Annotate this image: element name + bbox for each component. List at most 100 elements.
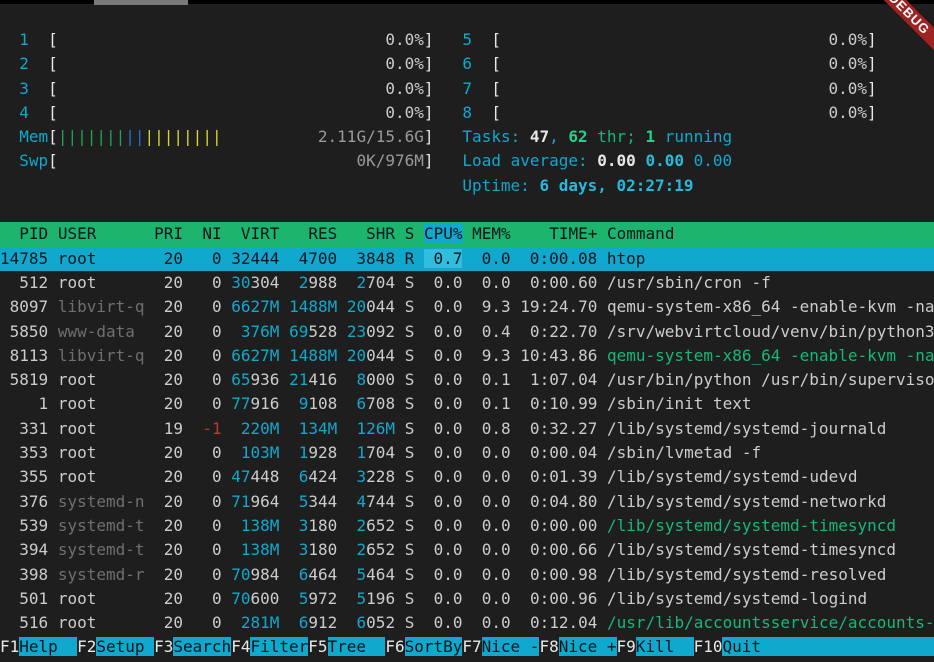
process-row-5819[interactable]: 5819 root 20 0 65936 21416 8000 S 0.0 0.… [0, 368, 934, 392]
htop-terminal-screen: DEBUG 1 [ 0.0%] 5 [ 0.0%] 2 [ 0.0%] 6 [ … [0, 0, 934, 662]
user-cell: libvirt-q [58, 346, 145, 365]
user-cell: www-data [58, 322, 145, 341]
fkey-f9-key[interactable]: F9 [617, 637, 636, 656]
fkey-f5-key[interactable]: F5 [308, 637, 327, 656]
pid-cell: 331 [0, 419, 48, 438]
column-header-shr[interactable]: SHR [347, 224, 395, 243]
uptime: 6 days, 02:27:19 [539, 176, 693, 195]
process-row-394[interactable]: 394 systemd-t 20 0 138M 3180 2652 S 0.0 … [0, 538, 934, 562]
tasks-summary: running [655, 127, 732, 146]
user-cell: systemd-r [58, 565, 145, 584]
user-cell: root [58, 467, 145, 486]
column-header-cpu[interactable]: CPU% [424, 224, 463, 243]
tasks-summary: thr; [588, 127, 646, 146]
fkey-f3-label[interactable]: Search [173, 637, 231, 656]
cpu-meter-8-label: 8 [462, 103, 472, 122]
swap-meter-label: Swp [19, 151, 48, 170]
memory-meter-bar: || [125, 127, 144, 146]
process-row-14785[interactable]: 14785 root 20 0 32444 4700 3848 R 0.7 0.… [0, 247, 934, 271]
fkey-f8-key[interactable]: F8 [539, 637, 558, 656]
column-header-res[interactable]: RES [289, 224, 337, 243]
fkey-f6-key[interactable]: F6 [385, 637, 404, 656]
fkey-f1-label[interactable]: Help [19, 637, 77, 656]
table-header: PID USER PRI NI VIRT RES SHR S CPU% MEM%… [0, 222, 934, 246]
swap-used-total: 0K/976M [356, 151, 423, 170]
process-row-539[interactable]: 539 systemd-t 20 0 138M 3180 2652 S 0.0 … [0, 514, 934, 538]
load-average: 0.00 [645, 151, 693, 170]
fkey-f10-key[interactable]: F10 [694, 637, 723, 656]
fkey-f5-label[interactable]: Tree [328, 637, 386, 656]
fkey-f1-key[interactable]: F1 [0, 637, 19, 656]
column-header-command[interactable]: Command [607, 224, 674, 243]
cpu-meter-8-value: 0.0% [828, 103, 867, 122]
cpu-meters-row-4: 4 [ 0.0%] 8 [ 0.0%] [0, 101, 934, 125]
user-cell: root [58, 443, 145, 462]
command-cell: /lib/systemd/systemd-timesyncd [607, 540, 896, 559]
command-cell: /sbin/lvmetad -f [607, 443, 761, 462]
process-row-5850[interactable]: 5850 www-data 20 0 376M 69528 23092 S 0.… [0, 320, 934, 344]
fkey-f2-label[interactable]: Setup [96, 637, 154, 656]
pid-cell: 539 [0, 516, 48, 535]
process-row-501[interactable]: 501 root 20 0 70600 5972 5196 S 0.0 0.0 … [0, 587, 934, 611]
cpu-meters-row-1: 1 [ 0.0%] 5 [ 0.0%] [0, 28, 934, 52]
fkey-f8-label[interactable]: Nice + [559, 637, 617, 656]
column-header-time[interactable]: TIME+ [520, 224, 597, 243]
pid-cell: 353 [0, 443, 48, 462]
process-row-376[interactable]: 376 systemd-n 20 0 71964 5344 4744 S 0.0… [0, 490, 934, 514]
pid-cell: 516 [0, 613, 48, 632]
user-cell: systemd-t [58, 540, 145, 559]
memory-tasks-row: Mem[||||||||||||||||| 2.11G/15.6G] Tasks… [0, 125, 934, 149]
column-header-virt[interactable]: VIRT [231, 224, 279, 243]
memory-meter-bar: ||||||| [58, 127, 125, 146]
fkey-f6-label[interactable]: SortBy [405, 637, 463, 656]
pid-cell: 355 [0, 467, 48, 486]
column-header-ni[interactable]: NI [193, 224, 222, 243]
process-row-355[interactable]: 355 root 20 0 47448 6424 3228 S 0.0 0.0 … [0, 465, 934, 489]
process-row-8113[interactable]: 8113 libvirt-q 20 0 6627M 1488M 20044 S … [0, 344, 934, 368]
cpu-meters-row-2: 2 [ 0.0%] 6 [ 0.0%] [0, 52, 934, 76]
column-header-mem[interactable]: MEM% [472, 224, 511, 243]
fkey-f4-key[interactable]: F4 [231, 637, 250, 656]
column-header-pid[interactable]: PID [0, 224, 48, 243]
process-row-512[interactable]: 512 root 20 0 30304 2988 2704 S 0.0 0.0 … [0, 271, 934, 295]
tasks-summary: 1 [645, 127, 655, 146]
pid-cell: 8097 [0, 297, 48, 316]
command-cell: /lib/systemd/systemd-timesyncd [607, 516, 896, 535]
fkey-f4-label[interactable]: Filter [250, 637, 308, 656]
cpu-meter-1-value: 0.0% [385, 30, 424, 49]
user-cell: root [58, 370, 145, 389]
memory-meter-label: Mem [19, 127, 48, 146]
cpu-meter-6-label: 6 [462, 54, 472, 73]
column-header-s[interactable]: S [405, 224, 415, 243]
command-cell: /srv/webvirtcloud/venv/bin/python3 [607, 322, 934, 341]
user-cell: root [58, 613, 145, 632]
titlebar-tab-remnant [94, 0, 188, 5]
cpu-meter-5-label: 5 [462, 30, 472, 49]
pid-cell: 501 [0, 589, 48, 608]
cpu-meter-1-label: 1 [19, 30, 29, 49]
process-row-353[interactable]: 353 root 20 0 103M 1928 1704 S 0.0 0.0 0… [0, 441, 934, 465]
user-cell: root [58, 589, 145, 608]
load-average: Load average: [462, 151, 597, 170]
process-row-1[interactable]: 1 root 20 0 77916 9108 6708 S 0.0 0.1 0:… [0, 392, 934, 416]
uptime-row: Uptime: 6 days, 02:27:19 [0, 174, 934, 198]
process-row-398[interactable]: 398 systemd-r 20 0 70984 6464 5464 S 0.0… [0, 563, 934, 587]
fkey-f7-key[interactable]: F7 [462, 637, 481, 656]
fkey-f2-key[interactable]: F2 [77, 637, 96, 656]
fkey-f9-label[interactable]: Kill [636, 637, 694, 656]
fkey-f10-label[interactable]: Quit [722, 637, 934, 656]
swap-load-row: Swp[ 0K/976M] Load average: 0.00 0.00 0.… [0, 149, 934, 173]
cpu-meter-7-value: 0.0% [828, 79, 867, 98]
process-row-8097[interactable]: 8097 libvirt-q 20 0 6627M 1488M 20044 S … [0, 295, 934, 319]
fkey-f7-label[interactable]: Nice - [482, 637, 540, 656]
user-cell: root [58, 394, 145, 413]
cpu-meters-row-3: 3 [ 0.0%] 7 [ 0.0%] [0, 77, 934, 101]
process-row-331[interactable]: 331 root 19 -1 220M 134M 126M S 0.0 0.8 … [0, 417, 934, 441]
column-header-user[interactable]: USER [58, 224, 145, 243]
cpu-meter-4-value: 0.0% [385, 103, 424, 122]
column-header-pri[interactable]: PRI [154, 224, 183, 243]
process-row-516[interactable]: 516 root 20 0 281M 6912 6052 S 0.0 0.0 0… [0, 611, 934, 635]
fkey-f3-key[interactable]: F3 [154, 637, 173, 656]
command-cell: /usr/lib/accountsservice/accounts- [607, 613, 934, 632]
pid-cell: 512 [0, 273, 48, 292]
